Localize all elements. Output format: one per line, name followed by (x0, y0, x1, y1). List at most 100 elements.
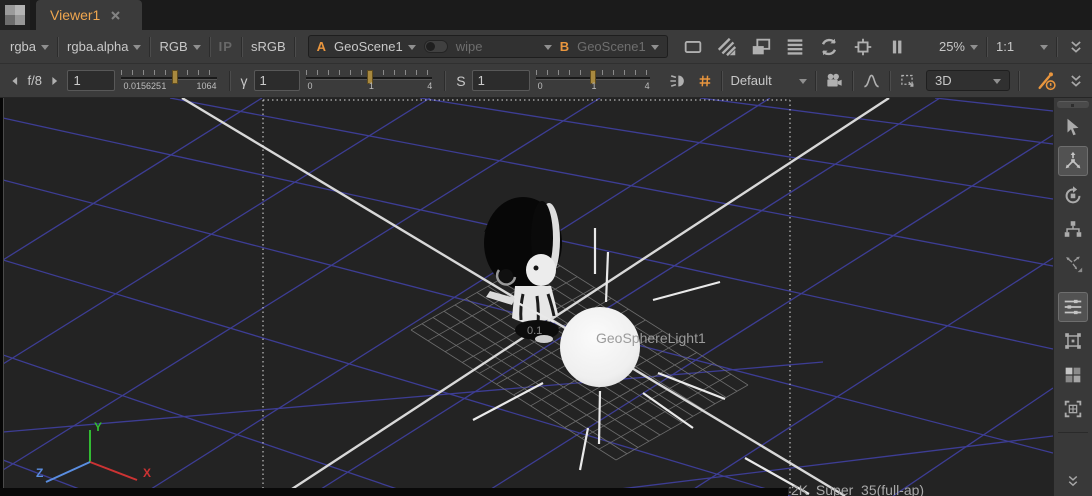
fstop-label: f/8 (28, 73, 42, 88)
color-sampler-icon[interactable] (1036, 70, 1058, 92)
bottom-strip (0, 488, 788, 496)
frame-view-button[interactable] (1058, 394, 1088, 424)
separator (444, 71, 446, 91)
viewer-toolbar-gain: f/8 0.015625 1 1064 γ 0 1 4 S (0, 64, 1092, 98)
ab-input-cluster: A GeoScene1 wipe B GeoScene1 (308, 35, 668, 58)
input-process-button[interactable]: IP (219, 39, 233, 54)
chevron-down-icon (544, 45, 552, 50)
separator (815, 71, 817, 91)
gamma-input[interactable] (254, 70, 300, 91)
input-b-letter: B (560, 39, 569, 54)
separator (241, 37, 243, 57)
cursor-icon (1062, 116, 1084, 138)
headlight-icon[interactable] (668, 70, 687, 92)
collapse-toolbar-icon[interactable] (1066, 37, 1086, 57)
stacked-rows-icon[interactable] (784, 36, 806, 58)
input-a-value: GeoScene1 (334, 39, 403, 54)
camera-icon[interactable] (825, 70, 844, 92)
view-mode-dropdown[interactable]: 3D (926, 70, 1010, 91)
gaussian-curve-icon[interactable] (862, 70, 881, 92)
viewer-display-icons (682, 36, 908, 58)
chevron-down-icon (799, 79, 807, 84)
channels-dropdown[interactable]: rgba (10, 39, 49, 54)
rotate-tool-button[interactable] (1058, 180, 1088, 210)
tab-close-icon[interactable] (110, 10, 121, 21)
gamma-tick-mid: 1 (369, 81, 374, 91)
light-name-label: GeoSphereLight1 (596, 330, 706, 346)
display-channel-dropdown[interactable]: RGB (159, 39, 200, 54)
multi-transform-tool-button[interactable] (1058, 248, 1088, 278)
separator (986, 37, 988, 57)
chevron-down-icon (133, 45, 141, 50)
lut-dropdown[interactable]: Default (731, 73, 807, 88)
float-window-icon[interactable] (750, 36, 772, 58)
tab-viewer1[interactable]: Viewer1 (36, 0, 142, 30)
grid-toggle-icon[interactable] (697, 71, 713, 91)
alpha-channel-value: rgba.alpha (67, 39, 128, 54)
format-frame-icon[interactable] (682, 36, 704, 58)
gain-tick-min: 0.015625 (123, 81, 161, 91)
nuke-viewer-window: Viewer1 rgba rgba.alpha RGB IP sRGB A (0, 0, 1092, 496)
pixel-ratio-dropdown[interactable]: 1:1 (996, 39, 1048, 54)
scale-tool-button[interactable] (1058, 214, 1088, 244)
axis-x-label: X (143, 466, 151, 480)
zoom-level-value: 25% (939, 39, 965, 54)
sat-slider[interactable]: 0 1 4 (536, 68, 650, 94)
marquee-select-icon[interactable] (899, 70, 916, 92)
select-tool-button[interactable] (1058, 112, 1088, 142)
display-properties-button[interactable] (1058, 292, 1088, 322)
wipe-mode-dropdown[interactable]: wipe (456, 39, 552, 54)
viewport-3d[interactable]: GeoSphereLight1 0.1 2K_Super_35(full-ap)… (0, 98, 1053, 496)
gain-input[interactable] (67, 70, 115, 91)
transform-toolbar (1053, 98, 1092, 496)
chevron-down-icon (408, 45, 416, 50)
multi-arrow-icon (1062, 252, 1084, 274)
pane-layout-icon[interactable] (0, 0, 30, 30)
toggle-knob (426, 42, 435, 51)
rotate-icon (1062, 184, 1084, 206)
geo-sphere-light[interactable] (560, 307, 640, 387)
chevron-down-icon (993, 79, 1001, 84)
split-grid-icon (1062, 364, 1084, 386)
gain-slider-handle[interactable] (172, 70, 178, 84)
prev-stop-icon[interactable] (10, 74, 20, 88)
alpha-channel-dropdown[interactable]: rgba.alpha (67, 39, 141, 54)
wipe-mode-value: wipe (456, 39, 539, 54)
chevron-down-icon (193, 45, 201, 50)
toolbar-grab-handle[interactable] (1057, 101, 1089, 108)
translate-tool-button[interactable] (1058, 146, 1088, 176)
stripes-checker-icon[interactable] (716, 36, 738, 58)
wipe-toggle[interactable] (424, 40, 448, 53)
sat-input[interactable] (472, 70, 530, 91)
sliders-icon (1062, 296, 1084, 318)
sat-tick-min: 0 (538, 81, 543, 91)
gain-tick-max: 1064 (197, 81, 217, 91)
gain-slider[interactable]: 0.015625 1 1064 (121, 68, 216, 94)
pause-icon[interactable] (886, 36, 908, 58)
chevron-down-icon (41, 45, 49, 50)
gamma-slider[interactable]: 0 1 4 (306, 68, 433, 94)
sat-symbol: S (456, 73, 465, 89)
gain-tick-mid: 1 (161, 81, 166, 91)
input-a-letter: A (317, 39, 326, 54)
channels-value: rgba (10, 39, 36, 54)
viewer-colorspace-button[interactable]: sRGB (251, 39, 286, 54)
display-channel-value: RGB (159, 39, 187, 54)
roi-target-icon[interactable] (852, 36, 874, 58)
refresh-icon[interactable] (818, 36, 840, 58)
sat-tick-max: 4 (645, 81, 650, 91)
vertex-bbox-button[interactable] (1058, 326, 1088, 356)
collapse-panel-icon[interactable] (1064, 472, 1082, 490)
zoom-level-dropdown[interactable]: 25% (939, 39, 978, 54)
lut-value: Default (731, 73, 772, 88)
scene-canvas (3, 98, 1053, 496)
input-a-dropdown[interactable]: GeoScene1 (334, 39, 416, 54)
separator (209, 37, 211, 57)
collapse-toolbar-icon[interactable] (1066, 71, 1086, 91)
separator (721, 71, 723, 91)
view-mode-value: 3D (935, 73, 952, 88)
split-view-button[interactable] (1058, 360, 1088, 390)
input-b-dropdown[interactable]: GeoScene1 (577, 39, 659, 54)
gamma-tick-min: 0 (308, 81, 313, 91)
next-stop-icon[interactable] (50, 74, 60, 88)
